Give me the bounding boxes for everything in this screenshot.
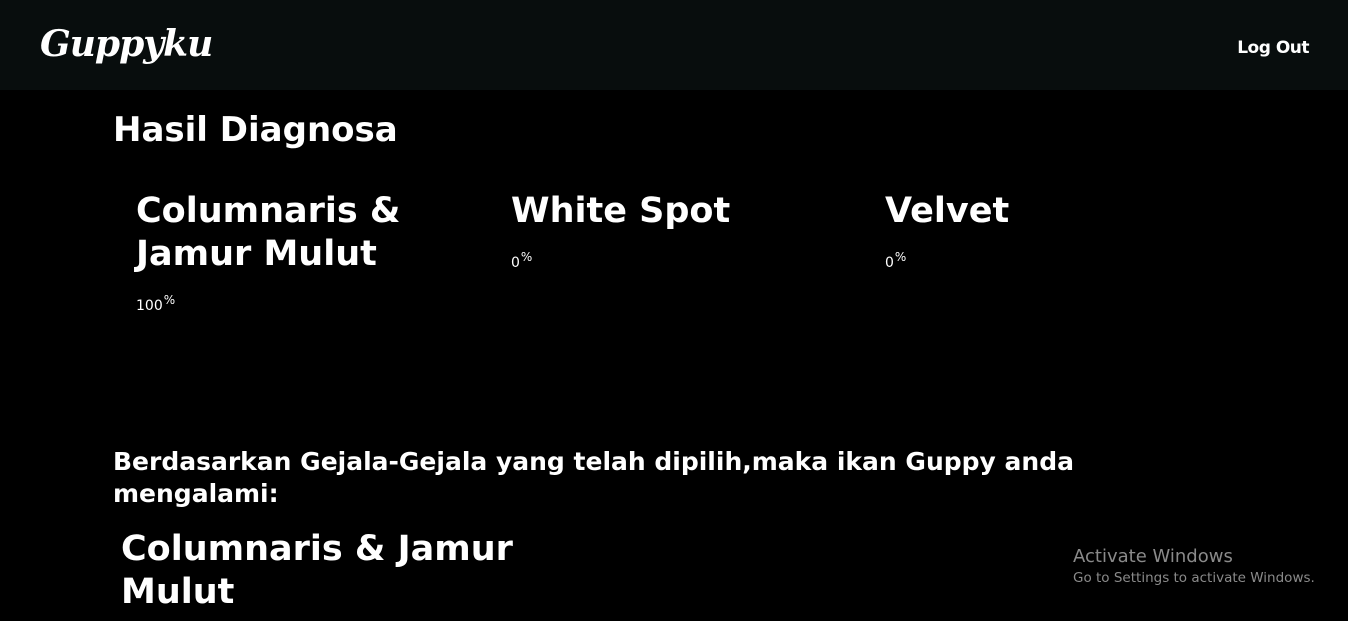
percent-unit: %	[520, 250, 533, 264]
percent-value: 0	[511, 255, 520, 271]
disease-name: White Spot	[511, 191, 731, 231]
percent-unit: %	[894, 250, 907, 264]
brand-logo[interactable]: Guppyku	[40, 26, 213, 62]
watermark-subtitle: Go to Settings to activate Windows.	[1073, 570, 1315, 586]
page-title: Hasil Diagnosa	[113, 110, 398, 150]
diagnosis-result: Columnaris & Jamur Mulut	[121, 529, 513, 612]
disease-name: Columnaris & Jamur Mulut	[136, 191, 401, 274]
disease-name: Velvet	[885, 191, 1010, 231]
activate-windows-watermark: Activate Windows Go to Settings to activ…	[1073, 548, 1315, 586]
disease-card-white-spot: White Spot 0%	[511, 190, 841, 270]
disease-card-velvet: Velvet 0%	[885, 190, 1215, 270]
disease-percentage: 0%	[511, 251, 841, 270]
disease-card-columnaris: Columnaris & Jamur Mulut 100%	[136, 190, 466, 313]
navbar: Guppyku Log Out	[0, 0, 1348, 90]
percent-value: 0	[885, 255, 894, 271]
watermark-title: Activate Windows	[1073, 546, 1233, 567]
conclusion-text: Berdasarkan Gejala-Gejala yang telah dip…	[113, 447, 1074, 508]
disease-percentage: 0%	[885, 251, 1215, 270]
disease-percentage: 100%	[136, 294, 466, 313]
percent-value: 100	[136, 298, 163, 314]
logout-link[interactable]: Log Out	[1237, 40, 1309, 57]
percent-unit: %	[163, 293, 176, 307]
